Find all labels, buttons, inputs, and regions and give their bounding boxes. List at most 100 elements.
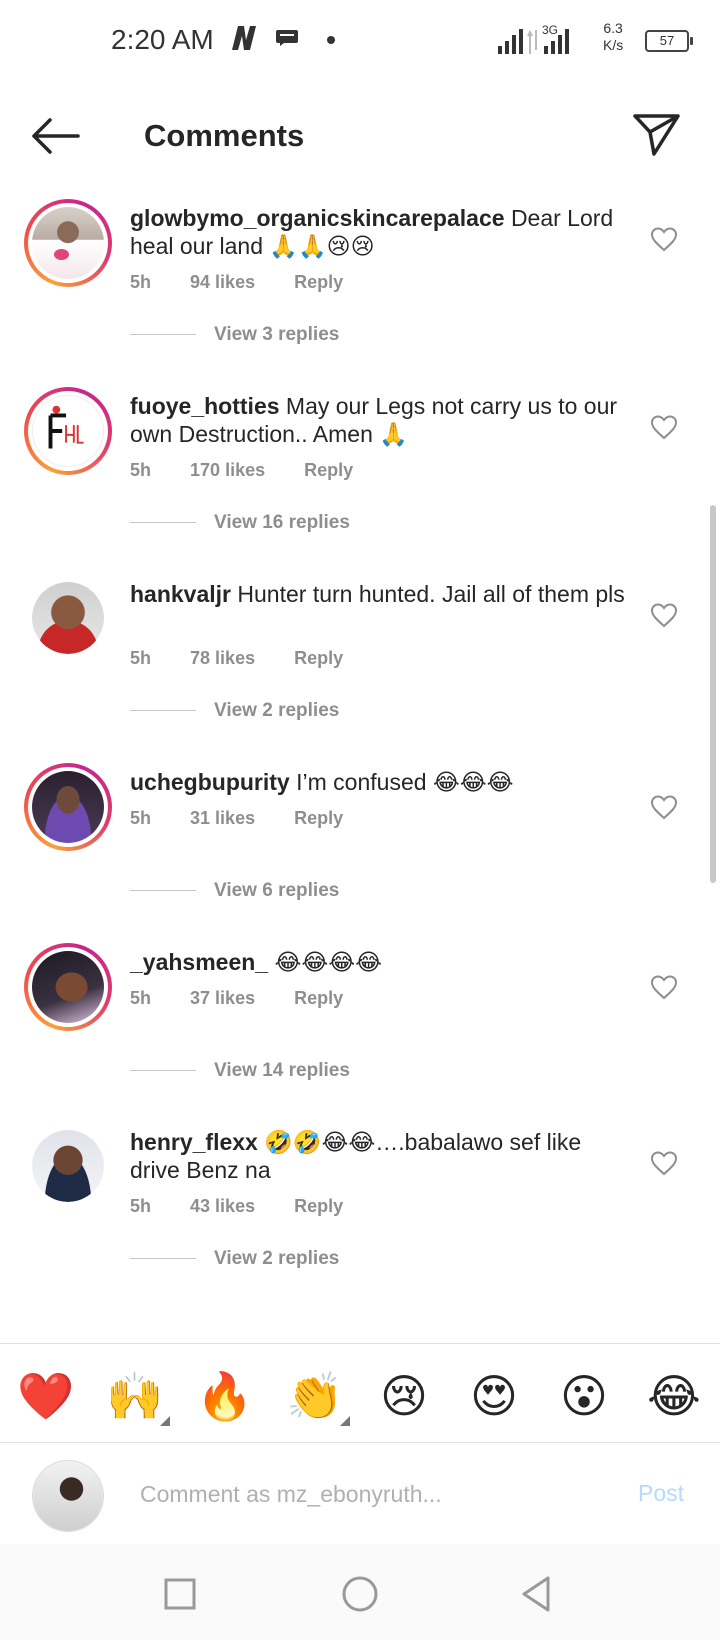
back-triangle-icon[interactable] [516, 1572, 560, 1616]
comment-text: fuoye_hotties May our Legs not carry us … [130, 392, 630, 448]
fuoye-hotties-logo [48, 405, 84, 449]
view-replies-button[interactable]: View 3 replies [130, 324, 339, 346]
netflix-n-icon [232, 26, 256, 50]
battery-icon: 57 [645, 30, 693, 52]
reply-button[interactable]: Reply [294, 988, 343, 1009]
comment-likes[interactable]: 170 likes [190, 460, 265, 481]
comment-meta: 5h 31 likes Reply [130, 808, 377, 829]
comment-time: 5h [130, 808, 152, 828]
raising-hands-emoji[interactable]: 🙌 [106, 1368, 163, 1424]
view-replies-label: View 2 replies [214, 1248, 340, 1269]
scrollbar[interactable] [710, 505, 716, 883]
recent-apps-icon[interactable] [158, 1572, 202, 1616]
comment-text: _yahsmeen_ 😂😂😂😂 [130, 948, 630, 976]
view-replies-label: View 14 replies [214, 1060, 350, 1081]
view-replies-label: View 2 replies [214, 700, 340, 721]
comment-likes[interactable]: 31 likes [190, 808, 255, 829]
comment-username[interactable]: fuoye_hotties [130, 393, 280, 419]
comment-input[interactable] [140, 1470, 600, 1518]
comment-time: 5h [130, 988, 152, 1008]
reply-button[interactable]: Reply [294, 648, 343, 669]
heart-icon[interactable] [650, 226, 678, 252]
comment-username[interactable]: glowbymo_organicskincarepalace [130, 205, 505, 231]
heart-icon[interactable] [650, 414, 678, 440]
replies-divider [130, 1258, 196, 1260]
clapping-hands-emoji[interactable]: 👏 [286, 1368, 343, 1424]
avatar[interactable] [24, 943, 112, 1031]
comment-username[interactable]: uchegbupurity [130, 769, 290, 795]
post-button[interactable]: Post [638, 1480, 684, 1507]
avatar[interactable] [24, 387, 112, 475]
reply-button[interactable]: Reply [294, 808, 343, 829]
view-replies-button[interactable]: View 2 replies [130, 700, 339, 722]
view-replies-label: View 3 replies [214, 324, 340, 345]
comment-text: hankvaljr Hunter turn hunted. Jail all o… [130, 580, 630, 608]
svg-text:3G: 3G [542, 23, 558, 37]
replies-divider [130, 710, 196, 712]
red-heart-emoji[interactable]: ❤️ [17, 1368, 74, 1424]
skin-tone-indicator [160, 1416, 170, 1426]
comment-text: glowbymo_organicskincarepalace Dear Lord… [130, 204, 630, 260]
view-replies-button[interactable]: View 16 replies [130, 512, 350, 534]
comment-likes[interactable]: 43 likes [190, 1196, 255, 1217]
status-bar: 2:20 AM 3G 6.3 K/s 57 [0, 0, 720, 84]
comment-message: I’m confused 😂😂😂 [296, 769, 514, 795]
comment-username[interactable]: hankvaljr [130, 581, 231, 607]
speed-value: 6.3 [603, 20, 623, 36]
comment-time: 5h [130, 272, 152, 292]
heart-icon[interactable] [650, 794, 678, 820]
view-replies-label: View 16 replies [214, 512, 350, 533]
message-icon [276, 30, 298, 46]
comment-message: Hunter turn hunted. Jail all of them pls [237, 581, 625, 607]
comment-meta: 5h 170 likes Reply [130, 460, 387, 481]
emoji-bar: ❤️ 🙌 🔥 👏 😢 😍 😮 😂 [0, 1343, 720, 1443]
page-title: Comments [144, 118, 305, 153]
surprised-face-emoji[interactable]: 😮 [556, 1368, 612, 1424]
reply-button[interactable]: Reply [304, 460, 353, 481]
avatar[interactable] [24, 199, 112, 287]
heart-icon[interactable] [650, 974, 678, 1000]
avatar[interactable] [32, 582, 104, 654]
replies-divider [130, 522, 196, 524]
view-replies-button[interactable]: View 14 replies [130, 1060, 350, 1082]
comment-likes[interactable]: 78 likes [190, 648, 255, 669]
heart-icon[interactable] [650, 602, 678, 628]
replies-divider [130, 334, 196, 336]
crying-face-emoji[interactable]: 😢 [376, 1368, 432, 1424]
home-icon[interactable] [338, 1572, 382, 1616]
comment-text: uchegbupurity I’m confused 😂😂😂 [130, 768, 630, 796]
fire-emoji[interactable]: 🔥 [196, 1368, 253, 1424]
comment-likes[interactable]: 37 likes [190, 988, 255, 1009]
comment-username[interactable]: _yahsmeen_ [130, 949, 268, 975]
heart-icon[interactable] [650, 1150, 678, 1176]
reply-button[interactable]: Reply [294, 272, 343, 293]
comment-likes[interactable]: 94 likes [190, 272, 255, 293]
paper-plane-icon[interactable] [632, 110, 682, 160]
comment-time: 5h [130, 1196, 152, 1216]
heart-eyes-emoji[interactable]: 😍 [466, 1368, 522, 1424]
skin-tone-indicator [340, 1416, 350, 1426]
view-replies-label: View 6 replies [214, 880, 340, 901]
replies-divider [130, 890, 196, 892]
comment-message: 😂😂😂😂 [274, 949, 382, 975]
comment-meta: 5h 78 likes Reply [130, 648, 377, 669]
notification-dot [327, 36, 335, 44]
network-speed: 6.3 K/s [603, 20, 623, 54]
comment-time: 5h [130, 648, 152, 668]
avatar[interactable] [24, 763, 112, 851]
reply-button[interactable]: Reply [294, 1196, 343, 1217]
system-nav-bar [0, 1544, 720, 1640]
tears-of-joy-emoji[interactable]: 😂 [646, 1368, 702, 1424]
view-replies-button[interactable]: View 2 replies [130, 1248, 339, 1270]
my-avatar [32, 1460, 104, 1532]
status-time: 2:20 AM [111, 24, 214, 55]
view-replies-button[interactable]: View 6 replies [130, 880, 339, 902]
comment-composer: Post [0, 1444, 720, 1544]
arrow-left-icon[interactable] [28, 114, 82, 158]
comment-text: henry_flexx 🤣🤣😂😂….babalawo sef like driv… [130, 1128, 630, 1184]
comment-meta: 5h 37 likes Reply [130, 988, 377, 1009]
replies-divider [130, 1070, 196, 1072]
avatar[interactable] [32, 1130, 104, 1202]
comment-username[interactable]: henry_flexx [130, 1129, 258, 1155]
comment-meta: 5h 43 likes Reply [130, 1196, 377, 1217]
